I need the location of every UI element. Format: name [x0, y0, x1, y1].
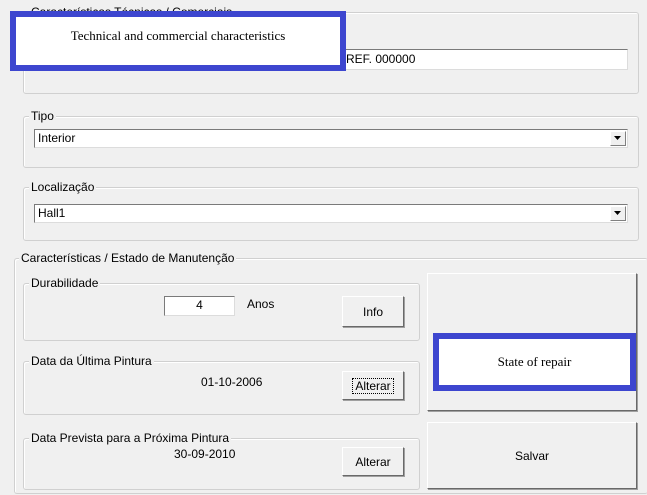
- technical-callout-text: Technical and commercial characteristics: [70, 28, 286, 43]
- durabilidade-value: 4: [196, 298, 203, 312]
- info-button[interactable]: Info: [342, 296, 404, 327]
- ultima-pintura-legend: Data da Última Pintura: [29, 354, 154, 368]
- tipo-legend: Tipo: [29, 109, 56, 123]
- technical-characteristics-callout: Technical and commercial characteristics: [10, 11, 346, 71]
- ultima-pintura-date: 01-10-2006: [201, 375, 263, 389]
- proxima-pintura-date: 30-09-2010: [174, 447, 236, 461]
- localizacao-select[interactable]: Hall1: [34, 204, 628, 223]
- tipo-dropdown-button[interactable]: [610, 131, 626, 146]
- localizacao-dropdown-button[interactable]: [610, 206, 626, 221]
- salvar-button[interactable]: Salvar: [427, 422, 637, 489]
- state-of-repair-callout: State of repair: [433, 333, 636, 391]
- maintenance-legend: Características / Estado de Manutenção: [19, 251, 237, 265]
- info-button-label: Info: [362, 304, 383, 319]
- alterar-ultima-button[interactable]: Alterar: [342, 371, 404, 400]
- salvar-button-label: Salvar: [514, 448, 549, 463]
- durabilidade-legend: Durabilidade: [29, 276, 101, 290]
- proxima-pintura-legend: Data Prevista para a Próxima Pintura: [29, 431, 232, 445]
- durabilidade-input[interactable]: 4: [164, 296, 235, 316]
- reference-value: REF. 000000: [346, 52, 416, 66]
- tipo-value: Interior: [38, 131, 76, 145]
- durabilidade-unit: Anos: [247, 297, 275, 311]
- localizacao-legend: Localização: [29, 180, 97, 194]
- localizacao-value: Hall1: [38, 206, 66, 220]
- chevron-down-icon: [614, 136, 621, 140]
- chevron-down-icon: [614, 211, 621, 215]
- repair-callout-text: State of repair: [497, 354, 572, 369]
- alterar-proxima-button[interactable]: Alterar: [342, 447, 404, 476]
- alterar-proxima-label: Alterar: [355, 454, 391, 469]
- alterar-ultima-label: Alterar: [352, 377, 394, 394]
- tipo-select[interactable]: Interior: [34, 129, 628, 148]
